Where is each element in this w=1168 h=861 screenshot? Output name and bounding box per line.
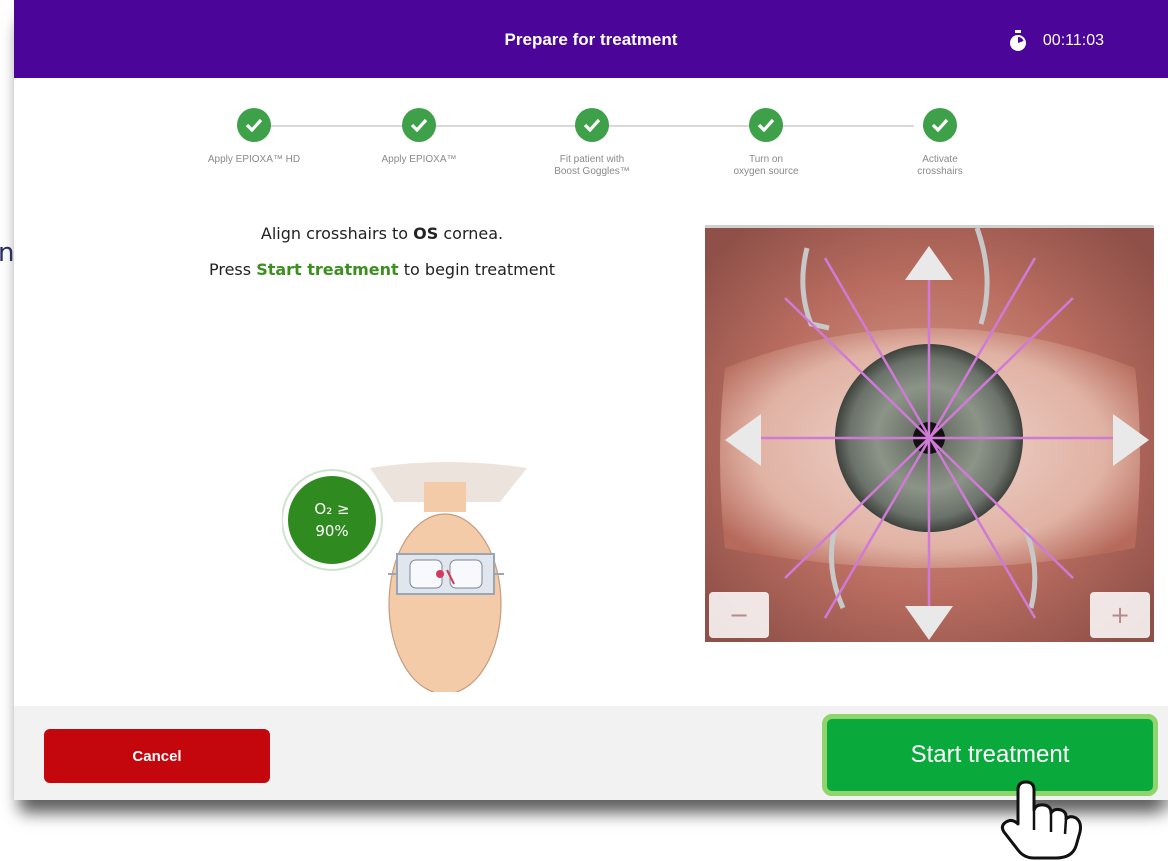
progress-steps: Apply EPIOXA™ HD Apply EPIOXA™ Fit patie… bbox=[164, 108, 1004, 188]
step-apply-epioxa: Apply EPIOXA™ bbox=[354, 108, 484, 166]
cancel-button[interactable]: Cancel bbox=[44, 729, 270, 783]
step-activate-crosshairs: Activate crosshairs bbox=[875, 108, 1005, 178]
oxygen-badge bbox=[288, 476, 376, 564]
check-icon bbox=[749, 108, 783, 142]
check-icon bbox=[237, 108, 271, 142]
step-fit-goggles: Fit patient with Boost Goggles™ bbox=[527, 108, 657, 178]
step-label: Activate crosshairs bbox=[917, 154, 963, 177]
instruction-line-1: Align crosshairs to OS cornea. bbox=[260, 224, 504, 243]
step-label: Fit patient with Boost Goggles™ bbox=[554, 154, 630, 177]
patient-head-illustration bbox=[388, 482, 504, 695]
check-icon bbox=[575, 108, 609, 142]
oxygen-badge-line2: 90% bbox=[315, 522, 348, 540]
header-bar: Prepare for treatment 00:11:03 bbox=[14, 0, 1168, 78]
hand-pointer-icon bbox=[1000, 780, 1082, 860]
patient-goggles-illustration: O₂ ≥ 90% bbox=[281, 462, 542, 695]
eye-camera-view[interactable]: − + bbox=[705, 228, 1154, 642]
zoom-in-button[interactable]: + bbox=[1090, 592, 1150, 638]
instruction-line-2: Press Start treatment to begin treatment bbox=[208, 260, 555, 279]
treatment-screen: Prepare for treatment 00:11:03 Apply EPI… bbox=[14, 0, 1168, 800]
start-treatment-highlight: Start treatment bbox=[256, 260, 399, 279]
oxygen-badge-line1: O₂ ≥ bbox=[314, 500, 349, 518]
step-apply-epioxa-hd: Apply EPIOXA™ HD bbox=[189, 108, 319, 166]
step-label: Apply EPIOXA™ HD bbox=[207, 154, 301, 165]
step-oxygen-source: Turn on oxygen source bbox=[701, 108, 831, 178]
check-icon bbox=[923, 108, 957, 142]
step-label: Apply EPIOXA™ bbox=[381, 154, 457, 165]
instructions: Align crosshairs to OS cornea. Press Sta… bbox=[142, 224, 622, 296]
crosshair-lines bbox=[745, 257, 1115, 619]
footer-bar: Cancel Start treatment bbox=[14, 706, 1168, 800]
zoom-out-button[interactable]: − bbox=[709, 592, 769, 638]
eye-label: OS bbox=[413, 224, 439, 243]
page-title: Prepare for treatment bbox=[504, 30, 678, 49]
timer: 00:11:03 bbox=[1007, 30, 1104, 52]
check-icon bbox=[402, 108, 436, 142]
start-treatment-button[interactable]: Start treatment bbox=[822, 714, 1158, 796]
step-label: Turn on oxygen source bbox=[733, 154, 799, 177]
stopwatch-icon bbox=[1009, 30, 1026, 51]
timer-value: 00:11:03 bbox=[1042, 32, 1104, 49]
